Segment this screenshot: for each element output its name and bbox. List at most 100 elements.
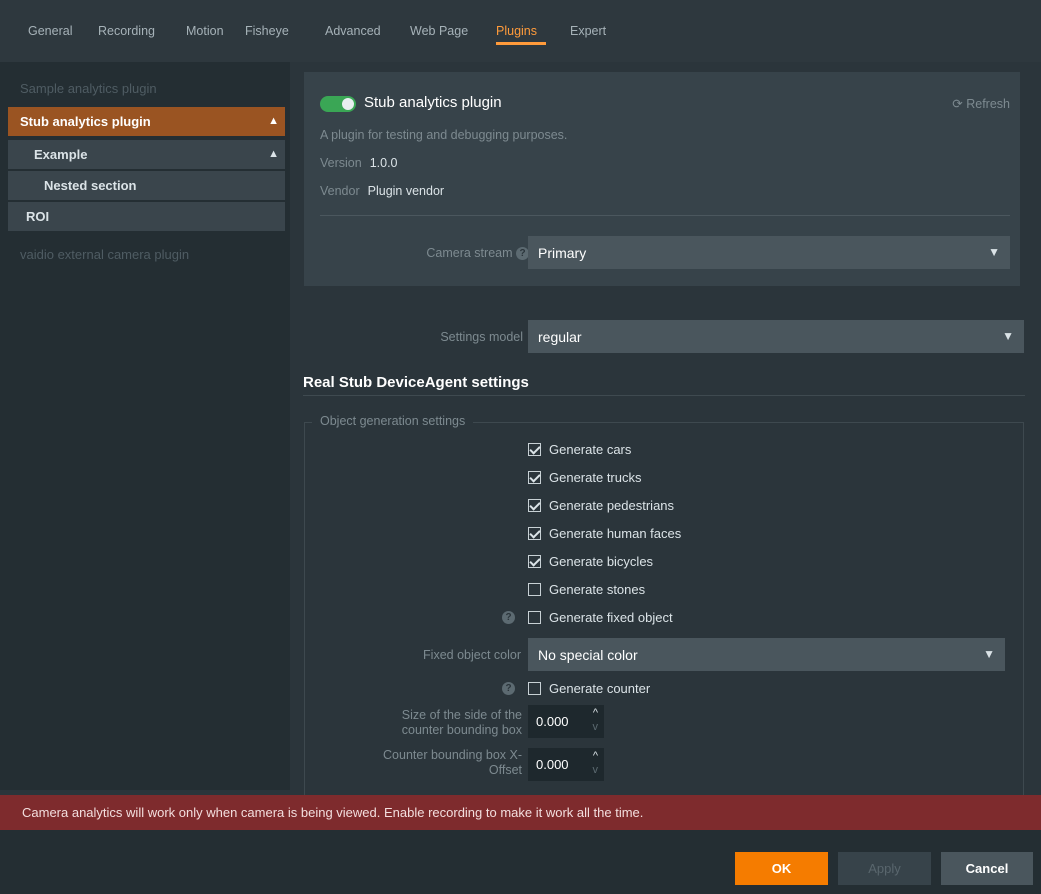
counter-size-label: Size of the side of the counter bounding… [360, 708, 522, 738]
sidebar-item-label: Nested section [44, 178, 137, 193]
ok-button[interactable]: OK [735, 852, 828, 885]
sidebar-item-label: Sample analytics plugin [20, 81, 157, 96]
active-tab-indicator [496, 42, 546, 45]
warning-banner-text: Camera analytics will work only when cam… [22, 805, 644, 820]
plugin-vendor: Vendor Plugin vendor [320, 184, 444, 198]
generate-counter-checkbox[interactable]: Generate counter [528, 680, 650, 700]
fixed-object-color-label: Fixed object color [423, 648, 521, 662]
checkbox-label: Generate human faces [549, 526, 682, 542]
refresh-icon: ⟳ [952, 97, 963, 111]
chevron-down-icon: ▼ [1002, 329, 1014, 343]
checkbox-unchecked-icon [528, 682, 541, 696]
sidebar-item-example[interactable]: Example ▲ [8, 140, 285, 169]
plugin-sidebar: Sample analytics plugin Stub analytics p… [0, 62, 290, 790]
generate-fixed-object-checkbox[interactable]: Generate fixed object [528, 609, 673, 629]
apply-button[interactable]: Apply [838, 852, 931, 885]
help-icon[interactable]: ? [502, 682, 515, 695]
plugin-title: Stub analytics plugin [364, 94, 502, 111]
camera-stream-label-text: Camera stream [426, 246, 513, 260]
settings-model-select[interactable]: regular ▼ [528, 320, 1024, 353]
counter-x-offset-label-line1: Counter bounding box X- [383, 748, 522, 762]
tab-expert[interactable]: Expert [570, 24, 606, 38]
sidebar-item-vaidio-external-camera-plugin[interactable]: vaidio external camera plugin [8, 240, 285, 269]
sidebar-item-nested-section[interactable]: Nested section [8, 171, 285, 200]
generate-pedestrians-checkbox[interactable]: Generate pedestrians [528, 497, 674, 517]
fixed-object-color-select[interactable]: No special color ▼ [528, 638, 1005, 671]
settings-model-label: Settings model [440, 330, 523, 344]
checkbox-unchecked-icon [528, 583, 541, 597]
sidebar-item-label: Example [34, 147, 88, 162]
counter-x-offset-label: Counter bounding box X- Offset [360, 748, 522, 778]
checkbox-label: Generate cars [549, 442, 632, 458]
plugin-settings-content: Stub analytics plugin ⟳ Refresh A plugin… [290, 62, 1041, 803]
checkbox-checked-icon [528, 471, 541, 485]
counter-size-value: 0.000 [536, 714, 569, 729]
checkbox-checked-icon [528, 443, 541, 457]
generate-bicycles-checkbox[interactable]: Generate bicycles [528, 553, 653, 573]
checkbox-checked-icon [528, 555, 541, 569]
tab-advanced[interactable]: Advanced [325, 24, 381, 38]
sidebar-item-label: Stub analytics plugin [20, 114, 151, 129]
dialog-footer: OK Apply Cancel [0, 830, 1041, 894]
checkbox-label: Generate counter [549, 681, 651, 697]
cancel-button[interactable]: Cancel [941, 852, 1033, 885]
settings-tabs: General Recording Motion Fisheye Advance… [0, 0, 1041, 62]
generate-trucks-checkbox[interactable]: Generate trucks [528, 469, 642, 489]
checkbox-label: Generate fixed object [549, 610, 673, 626]
sidebar-item-stub-analytics-plugin[interactable]: Stub analytics plugin ▲ [8, 107, 285, 136]
generate-cars-checkbox[interactable]: Generate cars [528, 441, 631, 461]
help-icon[interactable]: ? [502, 611, 515, 624]
chevron-up-icon[interactable]: ▲ [268, 140, 279, 169]
counter-x-offset-value: 0.000 [536, 757, 569, 772]
tab-plugins[interactable]: Plugins [496, 24, 537, 38]
version-key: Version [320, 156, 362, 170]
sidebar-item-sample-analytics-plugin[interactable]: Sample analytics plugin [8, 74, 285, 103]
decrement-icon[interactable]: v [593, 764, 599, 776]
plugin-version: Version 1.0.0 [320, 156, 398, 170]
refresh-button[interactable]: ⟳ Refresh [952, 96, 1010, 111]
counter-size-spinbox[interactable]: 0.000 ^ v [528, 705, 604, 738]
tab-fisheye[interactable]: Fisheye [245, 24, 289, 38]
vendor-key: Vendor [320, 184, 360, 198]
section-title: Real Stub DeviceAgent settings [303, 374, 529, 391]
object-generation-legend: Object generation settings [312, 414, 474, 428]
sidebar-item-roi[interactable]: ROI [8, 202, 285, 231]
section-divider [303, 395, 1025, 396]
chevron-down-icon: ▼ [983, 647, 995, 661]
warning-banner: Camera analytics will work only when cam… [0, 795, 1041, 830]
camera-stream-label: Camera stream ? [364, 246, 529, 261]
counter-x-offset-label-line2: Offset [488, 763, 522, 777]
generate-human-faces-checkbox[interactable]: Generate human faces [528, 525, 681, 545]
checkbox-label: Generate stones [549, 582, 646, 598]
chevron-down-icon: ▼ [988, 245, 1000, 259]
checkbox-checked-icon [528, 527, 541, 541]
increment-icon[interactable]: ^ [593, 750, 598, 762]
refresh-label: Refresh [966, 97, 1010, 111]
chevron-up-icon[interactable]: ▲ [268, 107, 279, 136]
tab-motion[interactable]: Motion [186, 24, 224, 38]
increment-icon[interactable]: ^ [593, 707, 598, 719]
fixed-object-color-value: No special color [538, 647, 638, 663]
checkbox-unchecked-icon [528, 611, 541, 625]
tab-recording[interactable]: Recording [98, 24, 155, 38]
version-value: 1.0.0 [369, 156, 398, 170]
divider [320, 215, 1010, 216]
counter-size-label-line2: counter bounding box [401, 723, 522, 737]
camera-stream-select[interactable]: Primary ▼ [528, 236, 1010, 269]
vendor-value: Plugin vendor [367, 184, 445, 198]
sidebar-item-label: vaidio external camera plugin [20, 247, 190, 262]
generate-stones-checkbox[interactable]: Generate stones [528, 581, 645, 601]
plugin-enable-toggle[interactable] [320, 96, 356, 112]
counter-x-offset-spinbox[interactable]: 0.000 ^ v [528, 748, 604, 781]
checkbox-label: Generate pedestrians [549, 498, 675, 514]
plugin-info-panel: Stub analytics plugin ⟳ Refresh A plugin… [304, 72, 1020, 286]
tab-general[interactable]: General [28, 24, 72, 38]
tab-web-page[interactable]: Web Page [410, 24, 468, 38]
toggle-knob [342, 98, 354, 110]
checkbox-checked-icon [528, 499, 541, 513]
camera-stream-value: Primary [538, 245, 587, 261]
settings-model-value: regular [538, 329, 582, 345]
plugin-description: A plugin for testing and debugging purpo… [320, 128, 568, 142]
decrement-icon[interactable]: v [593, 721, 599, 733]
sidebar-item-label: ROI [26, 209, 50, 224]
